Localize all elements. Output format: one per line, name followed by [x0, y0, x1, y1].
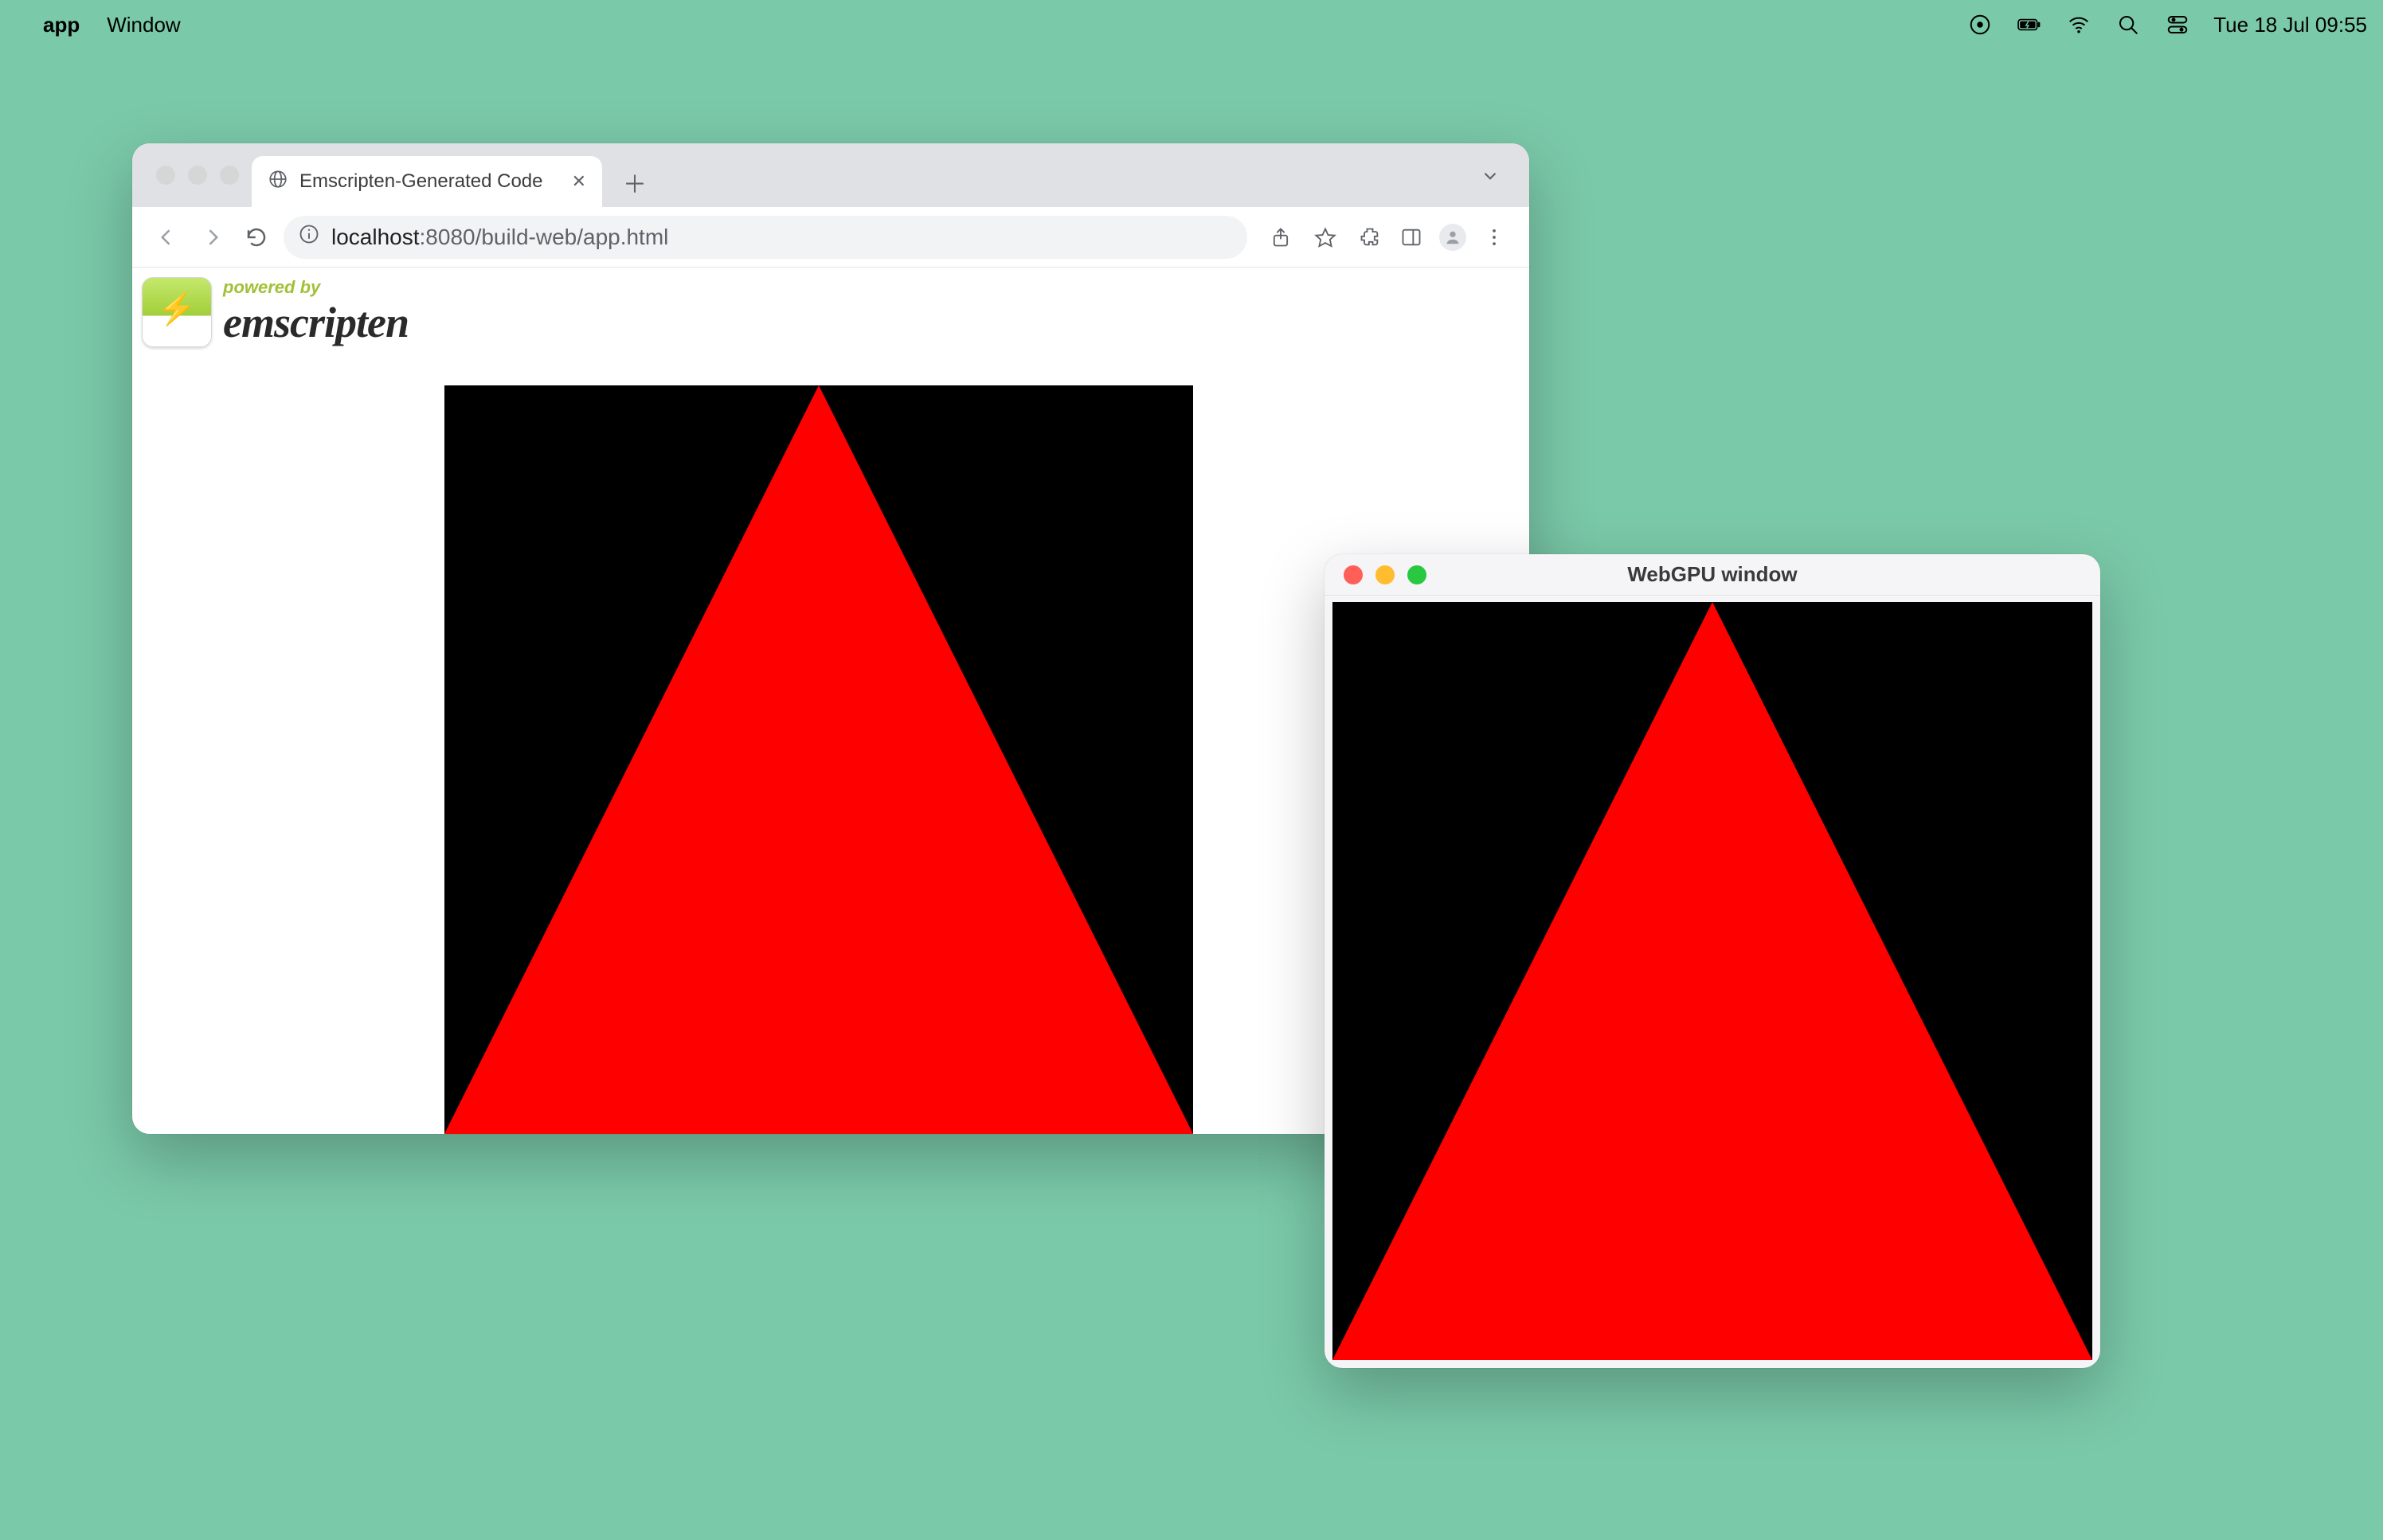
emscripten-logo: powered by emscripten	[142, 277, 409, 347]
browser-tab[interactable]: Emscripten-Generated Code ✕	[252, 156, 602, 207]
window-minimize-button[interactable]	[188, 166, 207, 185]
macos-menubar: app Window Tue 18 Jul 09:55	[0, 0, 2383, 49]
tab-list-button[interactable]	[1480, 166, 1501, 190]
native-traffic-lights	[1344, 565, 1426, 584]
menubar-clock[interactable]: Tue 18 Jul 09:55	[2213, 13, 2367, 37]
native-window-title: WebGPU window	[1325, 562, 2100, 587]
emscripten-powered-by: powered by	[223, 277, 409, 298]
side-panel-icon[interactable]	[1394, 220, 1429, 255]
control-center-icon[interactable]	[2164, 11, 2191, 38]
back-button[interactable]	[150, 220, 185, 255]
reload-button[interactable]	[239, 220, 274, 255]
url-text: localhost:8080/build-web/app.html	[331, 225, 668, 250]
address-bar[interactable]: localhost:8080/build-web/app.html	[284, 216, 1247, 259]
share-icon[interactable]	[1263, 220, 1298, 255]
menubar-right: Tue 18 Jul 09:55	[1966, 11, 2367, 38]
red-triangle-icon	[1332, 602, 2092, 1360]
forward-button[interactable]	[194, 220, 229, 255]
menubar-left: app Window	[16, 13, 181, 37]
globe-icon	[268, 169, 288, 195]
wifi-icon[interactable]	[2065, 11, 2092, 38]
chrome-toolbar: localhost:8080/build-web/app.html	[132, 207, 1529, 268]
new-tab-button[interactable]: ＋	[610, 158, 659, 207]
webgpu-canvas-native[interactable]	[1332, 602, 2092, 1360]
chrome-tabstrip: Emscripten-Generated Code ✕ ＋	[132, 143, 1529, 207]
window-close-button[interactable]	[156, 166, 175, 185]
window-close-button[interactable]	[1344, 565, 1363, 584]
profile-button[interactable]	[1435, 220, 1470, 255]
screen-recording-icon[interactable]	[1966, 11, 1994, 38]
native-window: WebGPU window	[1325, 554, 2100, 1368]
battery-icon[interactable]	[2016, 11, 2043, 38]
url-path: :8080/build-web/app.html	[420, 225, 669, 249]
bookmark-star-icon[interactable]	[1308, 220, 1343, 255]
tab-close-icon[interactable]: ✕	[572, 171, 586, 192]
webgpu-canvas-web[interactable]	[444, 385, 1193, 1134]
menu-window[interactable]: Window	[107, 13, 180, 37]
active-app-name[interactable]: app	[43, 13, 80, 37]
red-triangle-icon	[444, 385, 1193, 1134]
chrome-traffic-lights	[156, 166, 239, 185]
extensions-icon[interactable]	[1352, 220, 1387, 255]
avatar-icon	[1439, 224, 1466, 251]
emscripten-badge-icon	[142, 277, 212, 347]
window-minimize-button[interactable]	[1375, 565, 1395, 584]
chrome-window: Emscripten-Generated Code ✕ ＋ localhost:…	[132, 143, 1529, 1134]
page-content: powered by emscripten	[132, 268, 1529, 1134]
url-host: localhost	[331, 225, 420, 249]
toolbar-actions	[1263, 220, 1512, 255]
site-info-icon[interactable]	[298, 223, 320, 251]
kebab-menu-icon[interactable]	[1477, 220, 1512, 255]
emscripten-name: emscripten	[223, 298, 409, 347]
window-zoom-button[interactable]	[1407, 565, 1426, 584]
tab-title: Emscripten-Generated Code	[299, 170, 542, 193]
emscripten-logo-text: powered by emscripten	[223, 277, 409, 347]
window-zoom-button[interactable]	[220, 166, 239, 185]
native-titlebar: WebGPU window	[1325, 554, 2100, 596]
spotlight-icon[interactable]	[2115, 11, 2142, 38]
